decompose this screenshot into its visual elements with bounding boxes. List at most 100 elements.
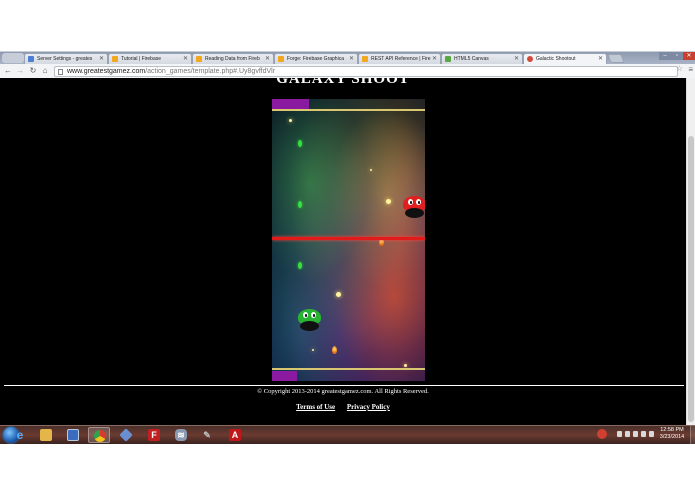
star-sparkle: [312, 349, 314, 351]
taskbar-internet-explorer[interactable]: e: [7, 427, 29, 443]
taskbar-tools[interactable]: ✎: [196, 427, 218, 443]
browser-chrome: Server Settings - greates ✕ Tutorial | F…: [0, 51, 695, 79]
windows-taskbar: e F ≋ ✎ A 12:58 PM 3/23/2014: [0, 425, 695, 445]
tab-server-settings[interactable]: Server Settings - greates ✕: [24, 53, 108, 64]
tab-close-icon[interactable]: ✕: [514, 55, 519, 62]
tab-galactic-shootout[interactable]: Galactic Shootout ✕: [523, 53, 607, 64]
taskbar-filezilla[interactable]: F: [143, 427, 165, 443]
url-path: /action_games/template.php#.Uy8gvffdVlr: [145, 68, 276, 75]
page-title: GALAXY SHOOT: [276, 78, 410, 87]
tab-favicon-icon: [112, 56, 118, 62]
taskbar-virtualbox[interactable]: [115, 427, 137, 443]
star-sparkle: [289, 119, 292, 122]
tab-close-icon[interactable]: ✕: [349, 55, 354, 62]
adobe-reader-icon: A: [229, 429, 241, 441]
filezilla-icon: F: [148, 429, 160, 441]
system-tray: 12:58 PM 3/23/2014: [593, 426, 695, 445]
star-icon[interactable]: ☆: [676, 64, 683, 73]
taskbar-clock[interactable]: 12:58 PM 3/23/2014: [657, 427, 687, 441]
tools-icon: ✎: [203, 430, 211, 440]
browser-icon[interactable]: [2, 53, 24, 63]
player-bullet: [298, 201, 302, 208]
star-sparkle: [370, 169, 372, 171]
forward-arrow-icon[interactable]: →: [15, 66, 25, 76]
laser-beam: [272, 237, 425, 240]
cube-icon: [119, 428, 133, 442]
tab-close-icon[interactable]: ✕: [99, 55, 104, 62]
tray-flag-icon[interactable]: [625, 431, 630, 437]
home-icon[interactable]: ⌂: [40, 66, 50, 76]
network-icon: ≋: [175, 429, 187, 441]
tab-title: Server Settings - greates: [37, 56, 93, 62]
folder-icon: [40, 429, 52, 441]
player-alien-icon: [298, 309, 321, 333]
tab-favicon-icon: [445, 56, 451, 62]
enemy-alien-icon: [403, 196, 425, 220]
tray-power-icon[interactable]: [649, 431, 654, 437]
tab-favicon-icon: [527, 56, 533, 62]
tray-network-icon[interactable]: [633, 431, 638, 437]
tab-title: Forge: Firebase Graphica: [287, 56, 344, 62]
maximize-icon[interactable]: ▫: [671, 52, 683, 60]
clock-time: 12:58 PM: [660, 427, 684, 433]
chrome-icon: [94, 430, 106, 442]
tab-title: Galactic Shootout: [536, 56, 576, 62]
taskbar-chrome[interactable]: [88, 427, 110, 443]
player-bullet: [298, 140, 302, 147]
tab-html5-canvas[interactable]: HTML5 Canvas ✕: [441, 53, 523, 64]
tab-rest-api[interactable]: REST API Reference | Fire ✕: [358, 53, 441, 64]
tab-tutorial-firebase[interactable]: Tutorial | Firebase ✕: [108, 53, 192, 64]
tab-title: Tutorial | Firebase: [121, 56, 162, 62]
tab-reading-data[interactable]: Reading Data from Fireb ✕: [192, 53, 274, 64]
tab-title: REST API Reference | Fire: [371, 56, 431, 62]
tab-favicon-icon: [28, 56, 34, 62]
taskbar-remote-desktop[interactable]: [62, 427, 84, 443]
tab-favicon-icon: [362, 56, 368, 62]
player-bullet: [298, 262, 302, 269]
tab-close-icon[interactable]: ✕: [265, 55, 270, 62]
star-sparkle: [336, 292, 341, 297]
star-sparkle: [404, 364, 407, 367]
tray-volume-icon[interactable]: [641, 431, 646, 437]
notification-icon[interactable]: [597, 429, 607, 439]
screenshot: Server Settings - greates ✕ Tutorial | F…: [0, 0, 695, 494]
url-text[interactable]: www.greatestgamez.com/action_games/templ…: [67, 68, 275, 75]
footer-divider: [4, 385, 684, 386]
tab-title: HTML5 Canvas: [454, 56, 489, 62]
browser-toolbar: ← → ↻ ⌂ www.greatestgamez.com/action_gam…: [0, 64, 695, 79]
terms-of-use-link[interactable]: Terms of Use: [296, 403, 335, 411]
page-scrollbar[interactable]: [686, 78, 695, 425]
tab-favicon-icon: [196, 56, 202, 62]
reload-icon[interactable]: ↻: [28, 66, 38, 76]
tab-close-icon[interactable]: ✕: [432, 55, 437, 62]
tray-arrow-icon[interactable]: [617, 431, 622, 437]
bottom-hud-bar: [272, 371, 297, 381]
tab-forge-firebase[interactable]: Forge: Firebase Graphica ✕: [274, 53, 358, 64]
hamburger-menu-icon[interactable]: ≡: [688, 65, 693, 74]
address-bar[interactable]: www.greatestgamez.com/action_games/templ…: [54, 66, 678, 77]
page-content: GALAXY SHOOT © Copyright 2013-2014 great…: [0, 78, 686, 425]
taskbar-network-tool[interactable]: ≋: [170, 427, 192, 443]
taskbar-file-explorer[interactable]: [35, 427, 57, 443]
minimize-icon[interactable]: –: [659, 52, 671, 60]
close-window-icon[interactable]: ✕: [683, 52, 695, 60]
privacy-policy-link[interactable]: Privacy Policy: [347, 403, 390, 411]
show-desktop-button[interactable]: [690, 426, 695, 445]
tab-close-icon[interactable]: ✕: [183, 55, 188, 62]
copyright-text: © Copyright 2013-2014 greatestgamez.com.…: [257, 388, 429, 395]
new-tab-button[interactable]: [607, 54, 625, 63]
footer-links: Terms of Use Privacy Policy: [0, 403, 686, 411]
clock-date: 3/23/2014: [659, 434, 685, 440]
star-sparkle: [386, 199, 391, 204]
taskbar-adobe-reader[interactable]: A: [224, 427, 246, 443]
tab-close-icon[interactable]: ✕: [598, 55, 603, 62]
scrollbar-thumb[interactable]: [688, 136, 694, 422]
monitor-icon: [67, 429, 79, 441]
tab-title: Reading Data from Fireb: [205, 56, 260, 62]
tab-strip: Server Settings - greates ✕ Tutorial | F…: [0, 52, 695, 64]
url-host: www.greatestgamez.com: [67, 68, 146, 75]
back-arrow-icon[interactable]: ←: [3, 66, 13, 76]
enemy-bullet: [332, 346, 337, 354]
game-canvas[interactable]: [272, 99, 425, 381]
internet-explorer-icon: e: [16, 428, 24, 442]
